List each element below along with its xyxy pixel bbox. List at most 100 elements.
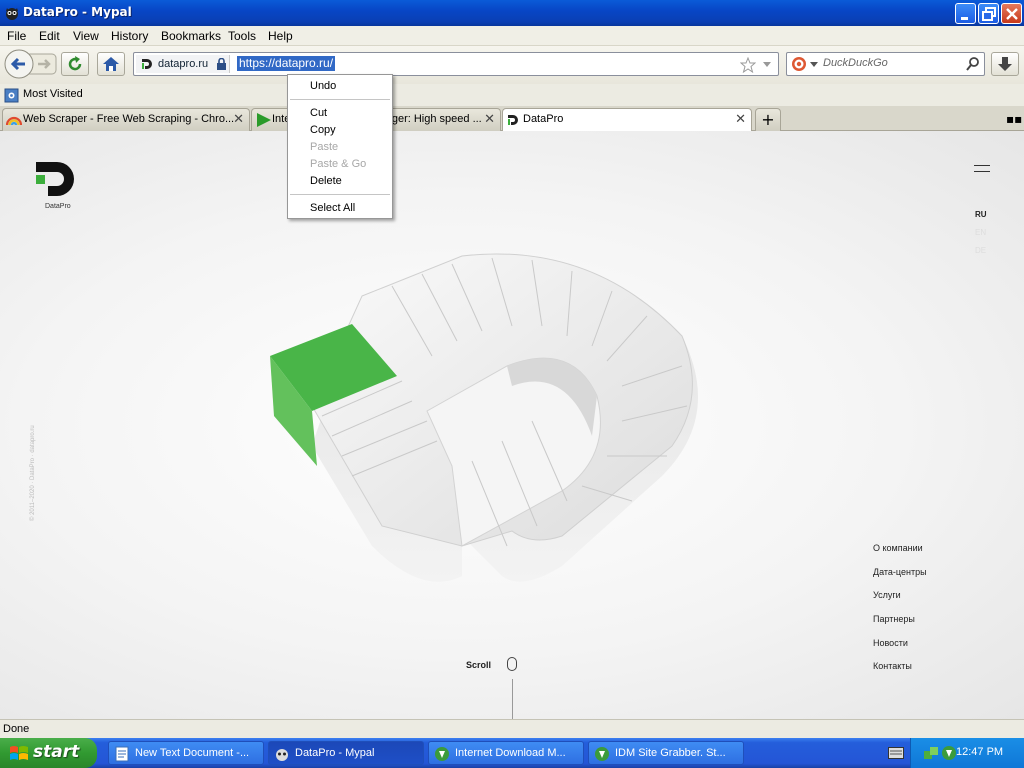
search-engine-dropdown-icon[interactable] (810, 62, 818, 68)
menu-view[interactable]: View (73, 29, 99, 43)
search-icon[interactable] (965, 56, 981, 72)
clock: 12:47 PM (956, 746, 1004, 758)
reload-button[interactable] (61, 52, 89, 76)
search-placeholder: DuckDuckGo (823, 57, 888, 69)
context-select-all[interactable]: Select All (310, 202, 355, 214)
site-identity-label: datapro.ru (158, 58, 209, 70)
search-bar[interactable]: DuckDuckGo (786, 52, 985, 76)
scroll-indicator-line (512, 679, 513, 719)
most-visited-bookmark[interactable]: Most Visited (23, 88, 83, 100)
window-titlebar[interactable]: DataPro - Mypal (0, 0, 1024, 26)
taskbar-item-idm-site-grabber[interactable]: IDM Site Grabber. St... (588, 741, 744, 765)
nav-services[interactable]: Услуги (873, 590, 901, 600)
start-button[interactable]: start (0, 738, 97, 768)
taskbar-item-label: New Text Document -... (135, 747, 250, 759)
idm-tray-icon[interactable] (941, 745, 957, 761)
new-tab-button[interactable]: + (755, 108, 781, 131)
start-label: start (33, 742, 80, 762)
scroll-mouse-icon[interactable] (507, 657, 517, 671)
lang-ru[interactable]: RU (975, 210, 987, 219)
site-identity-box[interactable]: datapro.ru (136, 55, 230, 73)
menu-tools[interactable]: Tools (228, 29, 256, 43)
logo-label: DataPro (45, 203, 71, 210)
context-paste-and-go: Paste & Go (310, 158, 367, 170)
status-bar: Done (0, 719, 1024, 738)
nav-news[interactable]: Новости (873, 638, 908, 648)
nav-about[interactable]: О компании (873, 543, 923, 553)
window-title: DataPro - Mypal (23, 5, 132, 19)
back-forward-buttons[interactable] (4, 49, 58, 79)
datapro-logo[interactable] (35, 161, 81, 199)
datapro-favicon-icon (142, 59, 152, 69)
context-undo[interactable]: Undo (310, 80, 336, 92)
keyboard-icon[interactable] (888, 747, 904, 759)
hero-3d-logo-illustration (270, 253, 698, 582)
url-context-menu: Undo Cut Copy Paste Paste & Go Delete Se… (287, 74, 393, 219)
system-tray: 12:47 PM (910, 738, 1024, 768)
tab-close-icon[interactable]: ✕ (233, 112, 244, 127)
tab-strip: Web Scraper - Free Web Scraping - Chro..… (0, 106, 1024, 132)
list-all-tabs-icon[interactable]: ▪▪ (1006, 112, 1022, 126)
hamburger-menu-icon[interactable] (974, 165, 990, 172)
menu-separator (290, 99, 390, 100)
home-button[interactable] (97, 52, 125, 76)
menu-bookmarks[interactable]: Bookmarks (161, 29, 221, 43)
menu-separator (290, 194, 390, 195)
tab-close-icon[interactable]: ✕ (735, 112, 746, 127)
url-dropdown-arrow-icon[interactable] (762, 61, 772, 69)
rainbow-icon (6, 116, 22, 126)
mypal-app-icon (6, 8, 18, 20)
nav-contacts[interactable]: Контакты (873, 661, 912, 671)
datapro-icon (508, 115, 518, 125)
lang-en[interactable]: EN (975, 228, 986, 237)
taskbar-item-label: DataPro - Mypal (295, 747, 375, 759)
context-delete[interactable]: Delete (310, 175, 342, 187)
minimize-button[interactable] (955, 3, 976, 24)
menu-edit[interactable]: Edit (39, 29, 60, 43)
restore-button[interactable] (978, 3, 999, 24)
address-bar[interactable]: datapro.ru https://datapro.ru/ (133, 52, 779, 76)
taskbar-item-idm[interactable]: Internet Download M... (428, 741, 584, 765)
navigation-toolbar: datapro.ru https://datapro.ru/ DuckDuckG… (0, 46, 1024, 84)
tab-datapro[interactable]: DataPro ✕ (502, 108, 752, 132)
notepad-icon (115, 746, 129, 762)
context-paste: Paste (310, 141, 339, 153)
tab-label: DataPro (523, 113, 564, 125)
bookmark-star-icon[interactable] (740, 57, 756, 73)
play-arrow-icon (257, 113, 271, 127)
windows-taskbar: start New Text Document -... DataPro - M… (0, 738, 1024, 768)
url-text[interactable]: https://datapro.ru/ (237, 56, 336, 71)
scroll-label: Scroll (466, 660, 492, 670)
page-viewport[interactable]: DataPro RU EN DE © 2011–2020 · DataPro ·… (0, 131, 1024, 719)
taskbar-item-label: IDM Site Grabber. St... (615, 747, 726, 759)
nav-partners[interactable]: Партнеры (873, 614, 915, 624)
taskbar-item-notepad[interactable]: New Text Document -... (108, 741, 264, 765)
menu-file[interactable]: File (7, 29, 26, 43)
idm-icon (595, 747, 609, 761)
menu-bar: File Edit View History Bookmarks Tools H… (0, 26, 1024, 46)
menu-history[interactable]: History (111, 29, 148, 43)
download-arrow-icon (998, 57, 1012, 71)
menu-help[interactable]: Help (268, 29, 293, 43)
nav-datacenters[interactable]: Дата-центры (873, 567, 927, 577)
taskbar-item-label: Internet Download M... (455, 747, 566, 759)
taskbar-item-mypal[interactable]: DataPro - Mypal (268, 741, 424, 765)
lock-icon (217, 58, 226, 70)
idm-icon (435, 747, 449, 761)
bookmarks-toolbar: Most Visited (0, 84, 1024, 106)
tab-web-scraper[interactable]: Web Scraper - Free Web Scraping - Chro..… (2, 108, 250, 131)
context-cut[interactable]: Cut (310, 107, 327, 119)
duckduckgo-icon[interactable] (791, 56, 807, 72)
copyright-vertical-text: © 2011–2020 · DataPro · datapro.ru (30, 425, 36, 521)
downloads-button[interactable] (991, 52, 1019, 76)
status-text: Done (3, 723, 30, 735)
close-window-button[interactable] (1001, 3, 1022, 24)
most-visited-folder-icon (4, 88, 19, 103)
context-copy[interactable]: Copy (310, 124, 336, 136)
mypal-icon (276, 749, 288, 761)
tab-label: Web Scraper - Free Web Scraping - Chro..… (23, 113, 235, 125)
tab-close-icon[interactable]: ✕ (484, 112, 495, 127)
lang-de[interactable]: DE (975, 246, 986, 255)
windows-logo-icon (10, 746, 28, 760)
network-tray-icon[interactable] (923, 745, 939, 761)
